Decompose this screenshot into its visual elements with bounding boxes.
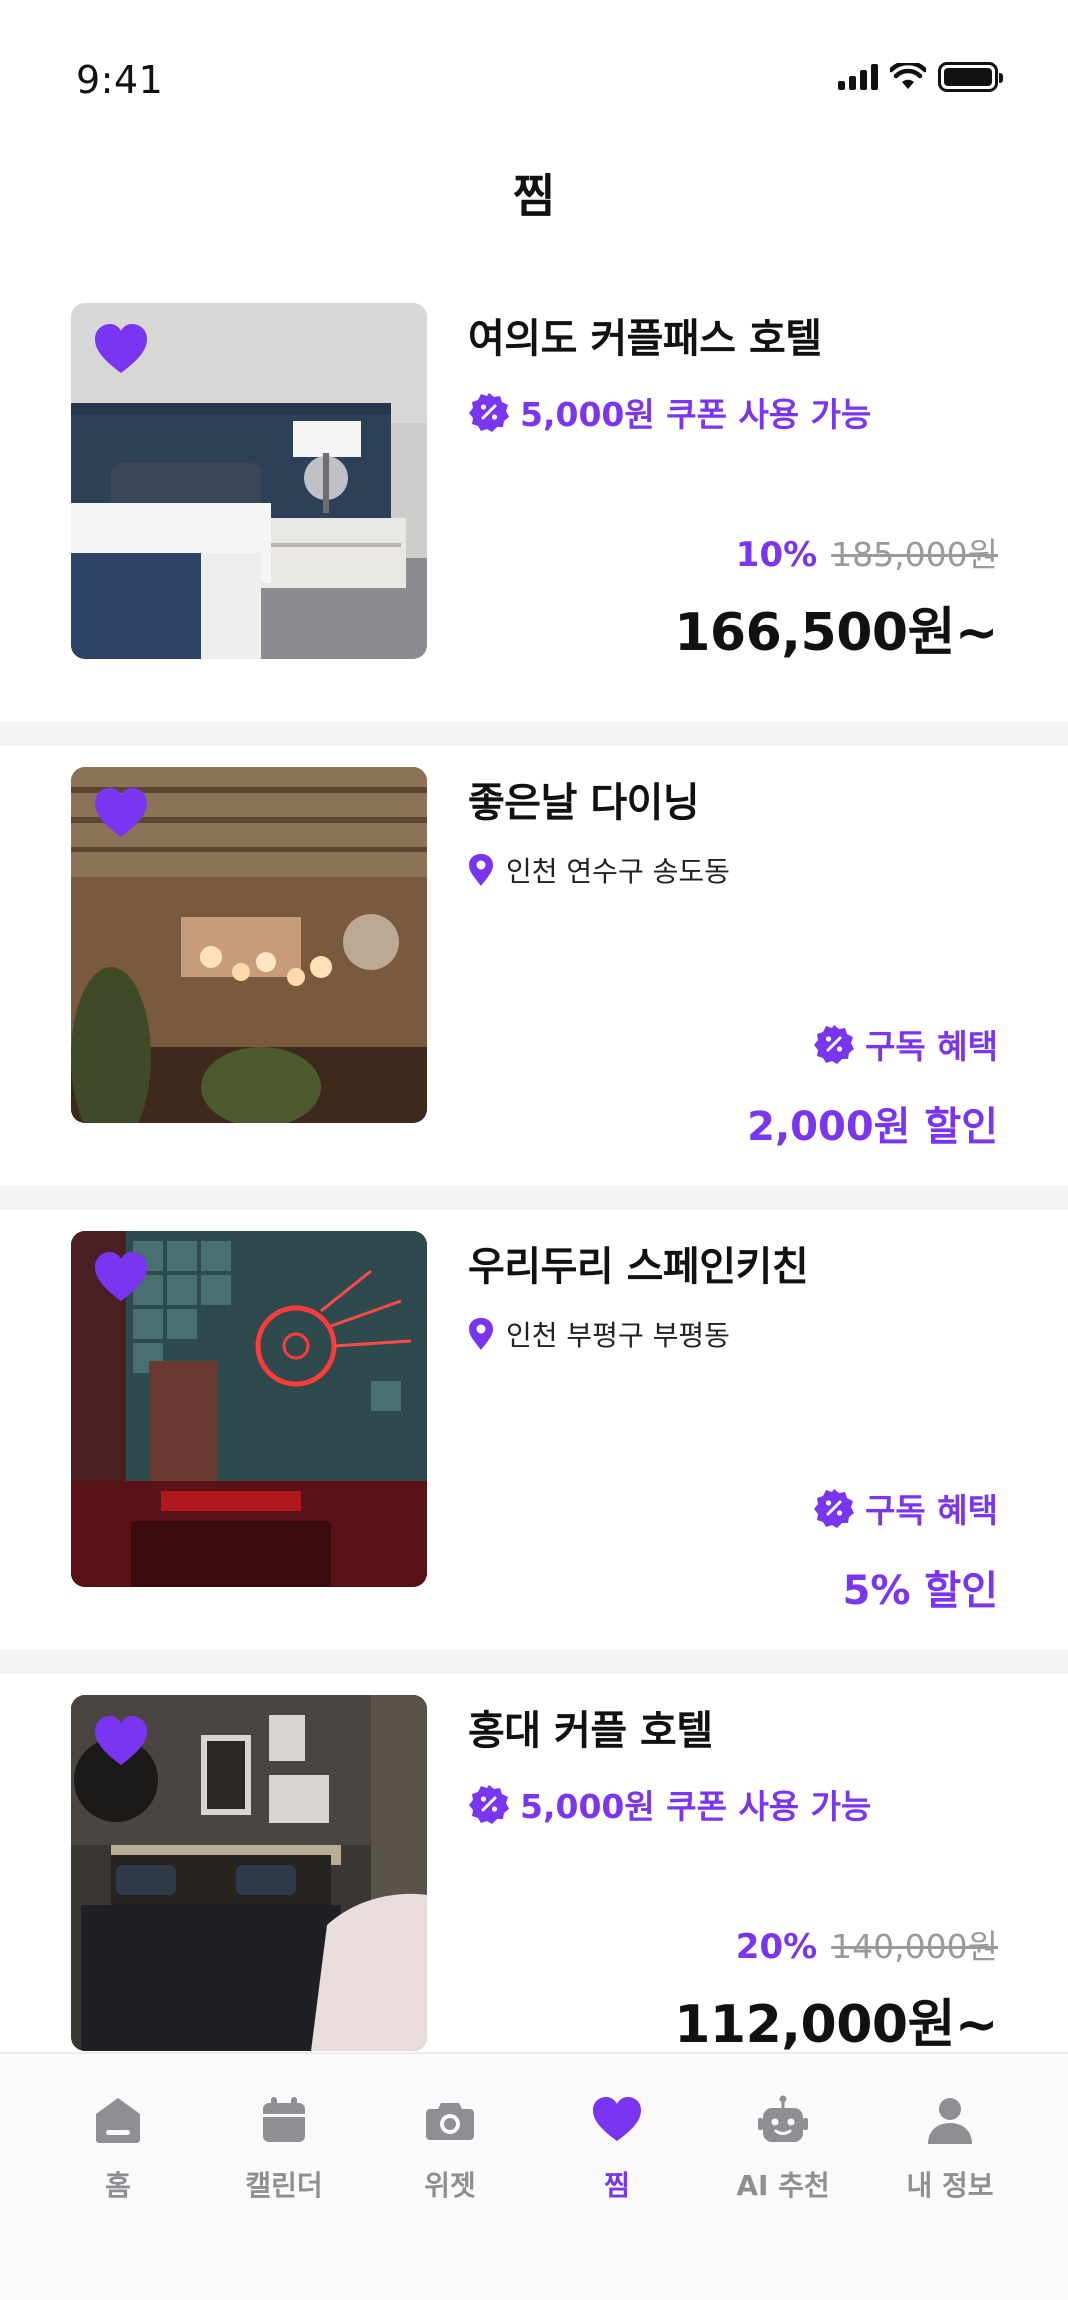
hotel-room-photo <box>71 1695 427 2051</box>
benefit-label: 구독 혜택 <box>865 1027 998 1066</box>
battery-icon <box>938 62 1003 92</box>
home-icon <box>96 2098 140 2143</box>
benefit-block: 구독 혜택 2,000원 할인 <box>747 1020 998 1152</box>
wifi-icon <box>890 63 926 89</box>
final-price: 166,500원~ <box>674 603 998 663</box>
item-title: 홍대 커플 호텔 <box>468 1708 713 1754</box>
benefit-block: 구독 혜택 5% 할인 <box>813 1484 998 1616</box>
divider <box>0 1186 1068 1210</box>
tab-label: 위젯 <box>424 2169 476 2202</box>
list-item[interactable]: 홍대 커플 호텔 5,000원 쿠폰 사용 가능 20% 140,000원 11… <box>0 1674 1068 2114</box>
final-price: 112,000원~ <box>674 1995 998 2055</box>
page-title: 찜 <box>512 169 556 223</box>
location-text: 인천 연수구 송도동 <box>506 855 730 888</box>
status-time: 9:41 <box>76 58 164 102</box>
divider <box>0 1650 1068 1674</box>
location-pin-icon <box>469 1318 493 1350</box>
robot-icon <box>758 2095 808 2142</box>
calendar-icon <box>263 2097 305 2142</box>
benefit-label: 구독 혜택 <box>865 1491 998 1530</box>
tab-label: 찜 <box>604 2169 630 2202</box>
original-price: 140,000원 <box>831 1927 998 1966</box>
coupon-label: 5,000원 쿠폰 사용 가능 <box>520 395 872 434</box>
hotel-bedroom-photo <box>71 303 427 659</box>
item-title: 우리두리 스페인키친 <box>468 1244 809 1290</box>
discount-badge-icon <box>814 1489 855 1528</box>
heart-icon[interactable] <box>93 323 149 375</box>
heart-icon <box>593 2097 641 2141</box>
item-info: 좋은날 다이닝 인천 연수구 송도동 구독 혜택 2,000원 할인 <box>468 770 998 1186</box>
location-text: 인천 부평구 부평동 <box>506 1319 730 1352</box>
coupon-info: 5,000원 쿠폰 사용 가능 <box>468 388 998 436</box>
camera-icon <box>426 2103 474 2140</box>
item-info: 여의도 커플패스 호텔 5,000원 쿠폰 사용 가능 10% 185,000원… <box>468 306 998 722</box>
tab-home[interactable]: 홈 <box>43 2094 193 2204</box>
heart-icon[interactable] <box>93 787 149 839</box>
favorites-list: 여의도 커플패스 호텔 5,000원 쿠폰 사용 가능 10% 185,000원… <box>0 282 1068 2114</box>
tab-label: 내 정보 <box>906 2169 994 2202</box>
original-price: 185,000원 <box>831 535 998 574</box>
tab-favorites[interactable]: 찜 <box>542 2094 692 2204</box>
person-icon <box>928 2098 972 2144</box>
discount-badge-icon <box>469 393 509 432</box>
coupon-info: 5,000원 쿠폰 사용 가능 <box>468 1780 998 1828</box>
tab-label: 홈 <box>105 2169 131 2202</box>
list-item[interactable]: 우리두리 스페인키친 인천 부평구 부평동 구독 혜택 5% 할인 <box>0 1210 1068 1650</box>
benefit-value: 2,000원 할인 <box>747 1104 998 1150</box>
item-info: 우리두리 스페인키친 인천 부평구 부평동 구독 혜택 5% 할인 <box>468 1234 998 1650</box>
status-bar: 9:41 <box>0 0 1068 150</box>
item-title: 좋은날 다이닝 <box>468 780 700 826</box>
benefit-value: 5% 할인 <box>842 1568 998 1614</box>
location: 인천 부평구 부평동 <box>468 1314 998 1354</box>
tab-ai-recommend[interactable]: AI 추천 <box>708 2094 858 2204</box>
location: 인천 연수구 송도동 <box>468 850 998 890</box>
price-block: 10% 185,000원 166,500원~ <box>674 528 998 665</box>
heart-icon[interactable] <box>93 1251 149 1303</box>
discount-rate: 20% <box>735 1927 818 1967</box>
discount-badge-icon <box>814 1025 855 1064</box>
tab-label: AI 추천 <box>736 2169 830 2202</box>
list-item[interactable]: 여의도 커플패스 호텔 5,000원 쿠폰 사용 가능 10% 185,000원… <box>0 282 1068 722</box>
tab-label: 캘린더 <box>245 2169 323 2202</box>
tab-widget[interactable]: 위젯 <box>375 2094 525 2204</box>
status-icons <box>838 62 1003 92</box>
tab-my-info[interactable]: 내 정보 <box>875 2094 1025 2204</box>
price-block: 20% 140,000원 112,000원~ <box>674 1920 998 2057</box>
discount-rate: 10% <box>735 535 818 575</box>
signal-icon <box>838 64 878 90</box>
tab-calendar[interactable]: 캘린더 <box>209 2094 359 2204</box>
discount-badge-icon <box>469 1785 509 1824</box>
list-item[interactable]: 좋은날 다이닝 인천 연수구 송도동 구독 혜택 2,000원 할인 <box>0 746 1068 1186</box>
heart-icon[interactable] <box>93 1715 149 1767</box>
location-pin-icon <box>469 854 493 886</box>
neon-restaurant-photo <box>71 1231 427 1587</box>
bottom-tab-bar: 홈 캘린더 위젯 찜 AI 추천 내 정보 <box>0 2052 1068 2300</box>
item-title: 여의도 커플패스 호텔 <box>468 316 822 362</box>
divider <box>0 722 1068 746</box>
coupon-label: 5,000원 쿠폰 사용 가능 <box>520 1787 872 1826</box>
restaurant-interior-photo <box>71 767 427 1123</box>
